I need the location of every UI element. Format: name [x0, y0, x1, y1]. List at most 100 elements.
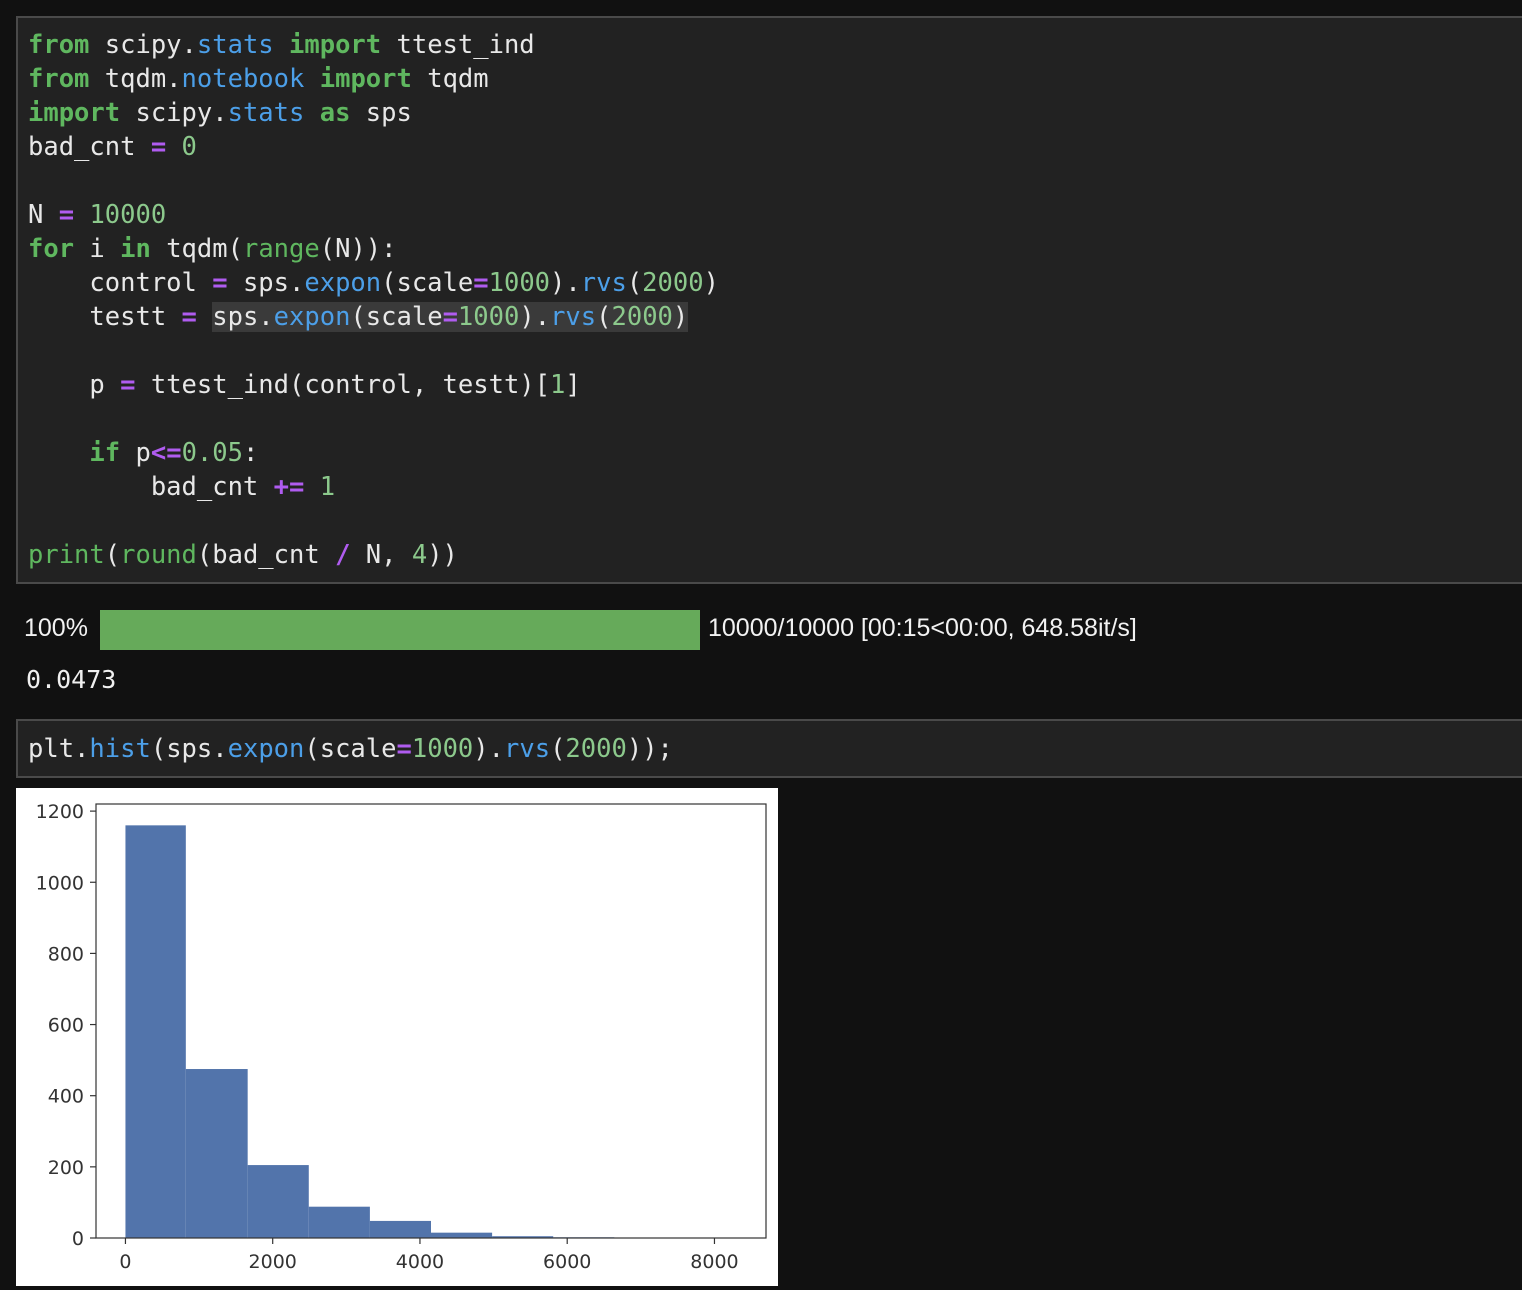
- code-token: ): [703, 268, 719, 298]
- code-token: (scale: [350, 302, 443, 332]
- code-line: plt.hist(sps.expon(scale=1000).rvs(2000)…: [28, 734, 673, 764]
- code-token: ): [672, 302, 689, 332]
- code-line: for i in tqdm(range(N)):: [28, 234, 397, 264]
- code-token: if: [89, 438, 121, 468]
- y-tick-label: 1000: [36, 872, 84, 894]
- code-token: for: [28, 234, 75, 264]
- code-token: =: [396, 734, 412, 764]
- code-token: expon: [273, 302, 351, 332]
- x-tick-label: 8000: [690, 1251, 738, 1273]
- x-tick-label: 0: [119, 1251, 131, 1273]
- code-token: control: [28, 268, 213, 298]
- code-token: expon: [304, 268, 382, 298]
- code-line: control = sps.expon(scale=1000).rvs(2000…: [28, 268, 719, 298]
- code-line: from scipy.stats import ttest_ind: [28, 30, 535, 60]
- histogram-chart: 0 2000 4000 6000 8000 0 200 400 600 800 1000 1200: [36, 801, 767, 1273]
- code-token: from: [28, 64, 90, 94]
- code-editor[interactable]: from scipy.stats import ttest_ind from t…: [28, 28, 719, 572]
- y-tick-label: 600: [48, 1015, 84, 1037]
- code-token: :: [243, 438, 259, 468]
- code-token: N,: [350, 540, 412, 570]
- code-token: (: [104, 540, 121, 570]
- y-tick-label: 400: [48, 1086, 84, 1108]
- code-token: sps.: [212, 302, 274, 332]
- code-line: if p<=0.05:: [28, 438, 258, 468]
- code-token: sps.: [227, 268, 305, 298]
- code-token: 2000: [642, 268, 704, 298]
- x-tick-label: 2000: [249, 1251, 297, 1273]
- code-token: ));: [626, 734, 673, 764]
- code-token: ).: [550, 268, 581, 298]
- code-line: from tqdm.notebook import tqdm: [28, 64, 489, 94]
- code-token: p: [28, 370, 121, 400]
- code-token: 4: [411, 540, 428, 570]
- code-cell-1[interactable]: from scipy.stats import ttest_ind from t…: [16, 16, 1522, 584]
- code-editor[interactable]: plt.hist(sps.expon(scale=1000).rvs(2000)…: [28, 732, 673, 766]
- code-line: bad_cnt = 0: [28, 132, 197, 162]
- progress-bar: [100, 610, 700, 650]
- progress-stats: 10000/10000 [00:15<00:00, 648.58it/s]: [708, 614, 1137, 642]
- code-token: import: [319, 64, 412, 94]
- code-line: import scipy.stats as sps: [28, 98, 412, 128]
- code-token: stats: [227, 98, 305, 128]
- code-token: sps: [350, 98, 412, 128]
- progress-percent: 100%: [24, 614, 88, 642]
- code-token: rvs: [550, 302, 597, 332]
- code-token: bad_cnt: [28, 132, 151, 162]
- code-token: =: [58, 200, 75, 230]
- code-token: tqdm: [411, 64, 489, 94]
- histogram-output: 0 2000 4000 6000 8000 0 200 400 600 800 1000 1200: [16, 788, 778, 1286]
- code-token: =: [473, 268, 489, 298]
- code-token: i: [74, 234, 121, 264]
- code-token: (scale: [304, 734, 397, 764]
- code-token: 10000: [89, 200, 167, 230]
- code-line: testt = sps.expon(scale=1000).rvs(2000): [28, 302, 689, 332]
- code-token: 1000: [457, 302, 520, 332]
- code-token: 1: [319, 472, 336, 502]
- code-token: p: [120, 438, 151, 468]
- code-token: scipy.: [89, 30, 197, 60]
- cell-output-text: 0.0473: [26, 665, 117, 694]
- code-line: print(round(bad_cnt / N, 4)): [28, 540, 458, 570]
- code-token: plt.: [28, 734, 90, 764]
- code-token: 0: [181, 132, 197, 162]
- code-token: testt: [28, 302, 182, 332]
- code-token: notebook: [181, 64, 305, 94]
- code-token: (: [596, 302, 612, 332]
- histogram-bar-4: [369, 1220, 431, 1238]
- code-token: in: [120, 234, 151, 264]
- code-line: N = 10000: [28, 200, 166, 230]
- code-token: bad_cnt: [28, 472, 274, 502]
- code-token: 1: [550, 370, 566, 400]
- code-token: expon: [227, 734, 305, 764]
- y-tick-label: 200: [48, 1157, 84, 1179]
- code-token: 2000: [611, 302, 673, 332]
- code-token: ]: [565, 370, 581, 400]
- code-token: tqdm.: [89, 64, 182, 94]
- x-tick-label: 4000: [396, 1251, 444, 1273]
- code-token: range: [242, 234, 320, 264]
- code-token: (: [550, 734, 566, 764]
- code-line: bad_cnt += 1: [28, 472, 335, 502]
- histogram-bar-0: [125, 825, 186, 1238]
- code-token: 1000: [411, 734, 474, 764]
- code-token: round: [120, 540, 197, 570]
- code-line: p = ttest_ind(control, testt)[1]: [28, 370, 581, 400]
- code-token: 1000: [488, 268, 551, 298]
- code-token: ttest_ind(control, testt)[: [135, 370, 550, 400]
- y-tick-label: 800: [48, 943, 84, 965]
- code-token: (N)):: [319, 234, 397, 264]
- code-cell-2[interactable]: plt.hist(sps.expon(scale=1000).rvs(2000)…: [16, 719, 1522, 778]
- code-token: as: [319, 98, 351, 128]
- code-token: print: [28, 540, 105, 570]
- code-token: /: [335, 540, 351, 570]
- progress-bar-fill: [100, 610, 700, 650]
- code-token: hist: [89, 734, 151, 764]
- code-token: (: [626, 268, 643, 298]
- code-token: scipy.: [120, 98, 228, 128]
